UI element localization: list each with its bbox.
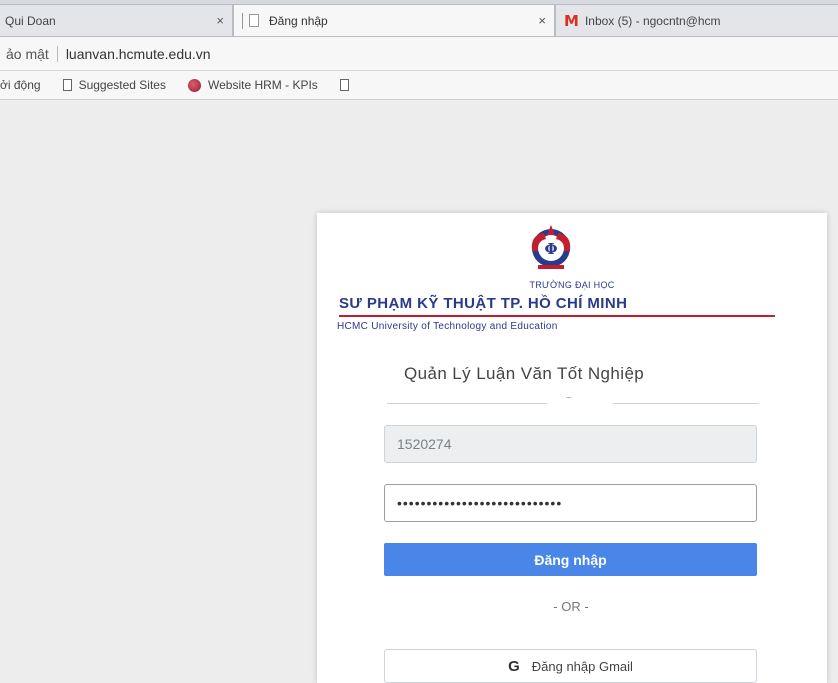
username-field[interactable] (384, 425, 757, 463)
browser-tab-bar: Qui Doan × Đăng nhập × M Inbox (5) - ngo… (0, 0, 838, 37)
or-separator: - OR - (553, 599, 589, 614)
close-icon[interactable]: × (216, 13, 224, 28)
university-name: SƯ PHẠM KỸ THUẬT TP. HỒ CHÍ MINH (339, 295, 628, 312)
login-button[interactable]: Đăng nhập (384, 543, 757, 576)
tab-title: Qui Doan (5, 13, 56, 28)
close-icon[interactable]: × (538, 13, 546, 28)
password-field[interactable] (384, 484, 757, 522)
page-icon (339, 79, 349, 91)
bookmark-suggested-sites[interactable]: Suggested Sites (62, 78, 166, 92)
university-english-name: HCMC University of Technology and Educat… (337, 321, 558, 332)
tab-qui-doan[interactable]: Qui Doan × (0, 4, 233, 36)
svg-text:Φ: Φ (544, 240, 557, 258)
university-logo-icon: Φ (531, 225, 571, 269)
address-bar[interactable]: ảo mật luanvan.hcmute.edu.vn (0, 37, 838, 71)
bookmark-blank[interactable] (339, 79, 356, 91)
security-label[interactable]: ảo mật (0, 46, 49, 62)
divider-line-left (387, 403, 547, 404)
gmail-icon: M (564, 11, 579, 30)
divider-mark: ~ (566, 393, 572, 404)
page-icon (249, 14, 259, 27)
divider-line-right (613, 403, 759, 404)
url-text[interactable]: luanvan.hcmute.edu.vn (66, 46, 211, 62)
tab-title: Inbox (5) - ngocntn@hcm (584, 13, 721, 28)
bookmarks-bar: ởi động Suggested Sites Website HRM - KP… (0, 71, 838, 100)
university-type-label: TRƯỜNG ĐẠI HỌC (529, 280, 615, 290)
tab-title: Đăng nhập (269, 13, 328, 28)
university-name-underline (339, 315, 775, 317)
gmail-login-button[interactable]: G Đăng nhập Gmail (384, 649, 757, 683)
bookmark-label: Website HRM - KPIs (207, 78, 318, 92)
bookmark-item[interactable]: ởi động (0, 78, 41, 92)
globe-icon (187, 78, 201, 92)
tab-inbox[interactable]: M Inbox (5) - ngocntn@hcm (555, 4, 838, 36)
bookmark-label: ởi động (0, 78, 41, 92)
app-title: Quản Lý Luận Văn Tốt Nghiệp (404, 364, 645, 383)
gmail-login-label: Đăng nhập Gmail (531, 658, 633, 674)
bookmark-website-hrm[interactable]: Website HRM - KPIs (187, 78, 318, 92)
tab-dang-nhap[interactable]: Đăng nhập × (233, 4, 555, 36)
bookmark-label: Suggested Sites (78, 78, 166, 92)
google-icon: G (508, 657, 520, 675)
address-divider (56, 45, 58, 62)
tab-separator (242, 12, 243, 29)
page-icon (62, 79, 72, 91)
login-card: Φ TRƯỜNG ĐẠI HỌC SƯ PHẠM KỸ THUẬT TP. HỒ… (317, 213, 827, 683)
